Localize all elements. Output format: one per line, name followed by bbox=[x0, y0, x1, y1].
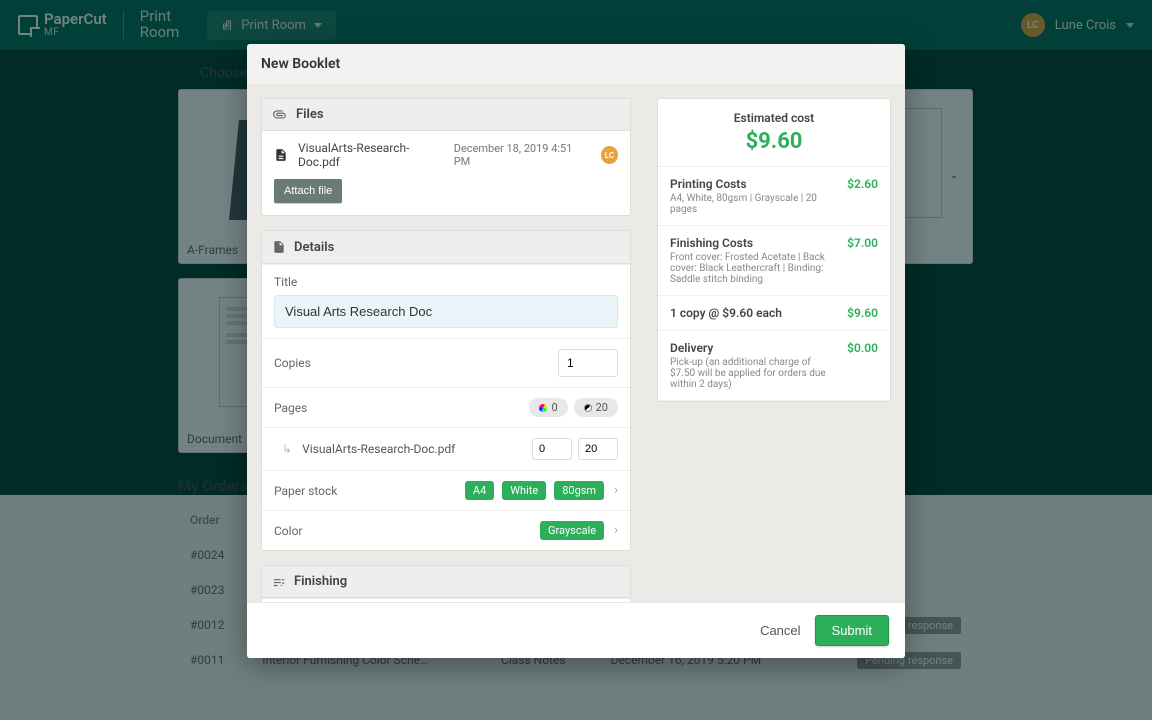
pages-label: Pages bbox=[274, 401, 307, 415]
pages-color-pill: 0 bbox=[529, 398, 567, 417]
file-date: December 18, 2019 4:51 PM bbox=[454, 142, 585, 168]
details-heading: Details bbox=[294, 240, 334, 255]
cost-line: Finishing Costs Front cover: Frosted Acet… bbox=[658, 226, 890, 296]
bw-dot-icon bbox=[584, 404, 592, 412]
cost-line-desc: Front cover: Frosted Acetate | Back cove… bbox=[670, 252, 837, 285]
cost-line-price: $7.00 bbox=[847, 236, 878, 285]
document-icon bbox=[274, 147, 288, 163]
cost-line-name: Printing Costs bbox=[670, 177, 837, 191]
cost-line: Printing Costs A4, White, 80gsm | Graysca… bbox=[658, 167, 890, 226]
chip-white: White bbox=[502, 481, 546, 500]
subfile-color-input[interactable] bbox=[532, 438, 572, 460]
files-heading: Files bbox=[296, 107, 324, 122]
color-label: Color bbox=[274, 524, 302, 538]
finishing-heading: Finishing bbox=[294, 574, 347, 589]
chevron-right-icon: › bbox=[614, 523, 618, 538]
file-owner-avatar: LC bbox=[601, 146, 618, 164]
title-input[interactable] bbox=[274, 295, 618, 328]
cost-line-desc: A4, White, 80gsm | Grayscale | 20 pages bbox=[670, 193, 837, 215]
cost-total: $9.60 bbox=[670, 129, 878, 154]
modal-footer: Cancel Submit bbox=[247, 602, 905, 658]
chip-a4: A4 bbox=[465, 481, 494, 500]
cost-line-price: $2.60 bbox=[847, 177, 878, 215]
cost-heading: Estimated cost bbox=[670, 111, 878, 125]
indent-arrow-icon: ↳ bbox=[282, 442, 292, 456]
cost-line-desc: Pick-up (an additional charge of $7.50 w… bbox=[670, 357, 837, 390]
color-dot-icon bbox=[539, 404, 547, 412]
cost-line-name: Finishing Costs bbox=[670, 236, 837, 250]
file-row[interactable]: VisualArts-Research-Doc.pdf December 18,… bbox=[262, 131, 630, 179]
cost-line: Delivery Pick-up (an additional charge of… bbox=[658, 331, 890, 401]
details-section: Details Title Copies Pages bbox=[261, 230, 631, 551]
chevron-right-icon: › bbox=[614, 483, 618, 498]
attach-file-button[interactable]: Attach file bbox=[274, 179, 342, 203]
file-name: VisualArts-Research-Doc.pdf bbox=[298, 141, 444, 169]
attachment-icon bbox=[272, 108, 288, 122]
subfile-bw-input[interactable] bbox=[578, 438, 618, 460]
tune-icon bbox=[272, 575, 286, 589]
copies-input[interactable] bbox=[558, 349, 618, 377]
files-section: Files VisualArts-Research-Doc.pdf Decemb… bbox=[261, 98, 631, 216]
cost-line: 1 copy @ $9.60 each $9.60 bbox=[658, 296, 890, 331]
subfile-row: ↳ VisualArts-Research-Doc.pdf bbox=[262, 427, 630, 470]
document-icon bbox=[272, 239, 286, 255]
paper-stock-label: Paper stock bbox=[274, 484, 337, 498]
cost-line-name: 1 copy @ $9.60 each bbox=[670, 306, 782, 320]
cancel-button[interactable]: Cancel bbox=[760, 623, 800, 638]
cost-line-price: $9.60 bbox=[847, 306, 878, 320]
submit-button[interactable]: Submit bbox=[815, 615, 889, 646]
title-label: Title bbox=[274, 275, 618, 289]
pages-bw-pill: 20 bbox=[574, 398, 618, 417]
color-row[interactable]: Color Grayscale › bbox=[262, 510, 630, 550]
new-booklet-modal: New Booklet Files VisualArts-Research-Do… bbox=[247, 44, 905, 658]
cost-line-price: $0.00 bbox=[847, 341, 878, 390]
chip-grayscale: Grayscale bbox=[540, 521, 604, 540]
copies-label: Copies bbox=[274, 356, 311, 370]
paper-stock-row[interactable]: Paper stock A4 White 80gsm › bbox=[262, 470, 630, 510]
cost-line-name: Delivery bbox=[670, 341, 837, 355]
modal-title: New Booklet bbox=[247, 44, 905, 84]
finishing-section: Finishing Front cover Frosted Acetate › … bbox=[261, 565, 631, 602]
subfile-name: VisualArts-Research-Doc.pdf bbox=[302, 442, 455, 456]
cost-summary: Estimated cost $9.60 Printing Costs A4, W… bbox=[657, 98, 891, 402]
chip-80gsm: 80gsm bbox=[554, 481, 604, 500]
modal-overlay: New Booklet Files VisualArts-Research-Do… bbox=[0, 0, 1152, 720]
